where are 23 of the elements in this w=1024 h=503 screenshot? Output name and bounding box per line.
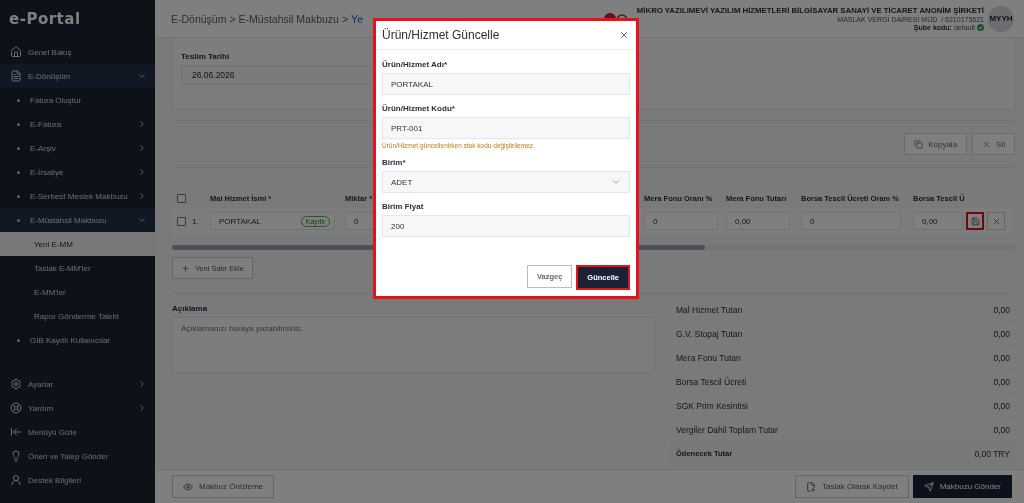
row-number: 1. [192, 216, 199, 226]
summary-label: G.V. Stopaj Tutarı [676, 328, 743, 339]
field-label: Birim* [382, 158, 407, 167]
summary-value: 0,00 [993, 352, 1010, 363]
field-label: Teslim Tarihi [181, 52, 231, 61]
breadcrumb-separator: > [341, 12, 349, 25]
total-value: 0,00 TRY [974, 448, 1010, 459]
summary-value: 0,00 [993, 376, 1010, 387]
field-label: Ürün/Hizmet Kodu* [382, 104, 456, 113]
summary-label: Mal Hizmet Tutarı [676, 304, 743, 315]
summary-value: 0,00 [993, 424, 1010, 435]
field-label: Açıklama [172, 304, 209, 313]
summary-value: 0,00 [993, 400, 1010, 411]
summary-label: Mera Fonu Tutarı [676, 352, 742, 363]
app-logo: e-Portal [8, 9, 82, 30]
summary-label: Vergiler Dahil Toplam Tutar [676, 424, 778, 435]
summary-value: 0,00 [993, 304, 1010, 315]
summary-value: 0,00 [993, 328, 1010, 339]
breadcrumb-separator: > [229, 12, 236, 25]
dialog-title: Ürün/Hizmet Güncelle [382, 28, 500, 42]
field-label: Birim Fiyat [382, 202, 425, 211]
summary-label: SGK Prim Kesintisi [676, 400, 748, 411]
summary-label: Borsa Tescil Ücreti [676, 376, 747, 387]
